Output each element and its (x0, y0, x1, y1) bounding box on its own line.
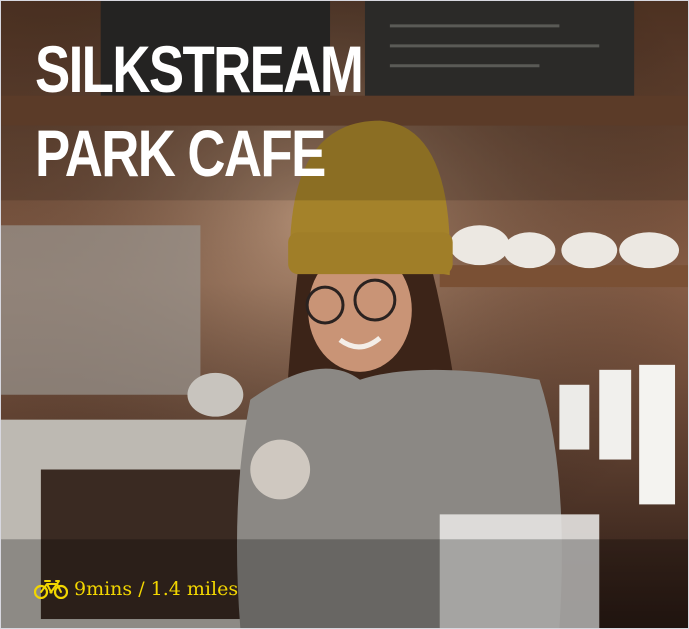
cafe-card[interactable]: SILKSTREAM PARK CAFE 9mins / 1.4 miles (0, 0, 689, 629)
bicycle-icon (34, 580, 68, 599)
cafe-title-line2: PARK CAFE (35, 116, 326, 190)
travel-text: 9mins / 1.4 miles (74, 578, 239, 600)
cafe-title: SILKSTREAM PARK CAFE (35, 27, 364, 195)
travel-info: 9mins / 1.4 miles (34, 578, 238, 600)
cafe-title-line1: SILKSTREAM (35, 32, 364, 106)
